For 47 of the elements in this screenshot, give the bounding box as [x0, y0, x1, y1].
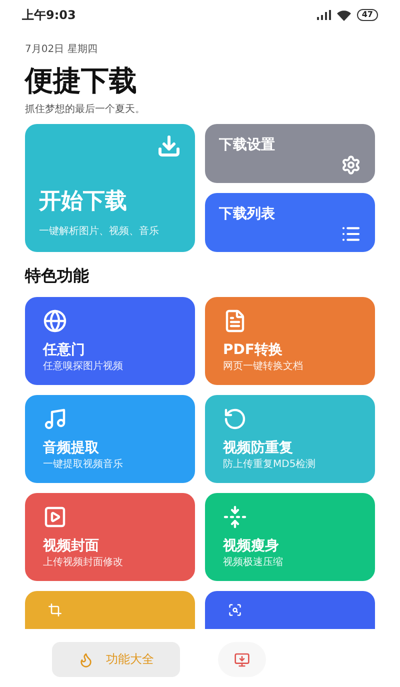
music-icon [43, 407, 67, 431]
wifi-icon [336, 10, 351, 20]
card-title: 任意门 [43, 341, 86, 359]
card-title: 音频提取 [43, 439, 100, 457]
card-subtitle: 网页一键转换文档 [223, 360, 304, 373]
download-icon [157, 134, 181, 158]
feature-card[interactable]: 视频防重复 防上传重复MD5检测 [205, 395, 375, 483]
feature-card[interactable] [205, 591, 375, 629]
signal-icon [316, 10, 331, 20]
monitor-icon [234, 652, 250, 668]
nav-tab[interactable]: 功能大全 [52, 642, 180, 677]
globe-icon [43, 309, 67, 333]
status-time: 上午9:03 [22, 6, 76, 24]
card-title: 下载列表 [219, 204, 276, 222]
feature-card[interactable]: 视频瘦身 视频极速压缩 [205, 493, 375, 581]
card-title: 视频瘦身 [223, 537, 280, 555]
flame-icon [78, 652, 94, 668]
page-subtitle: 抓住梦想的最后一个夏天。 [25, 102, 146, 116]
video-icon [43, 505, 67, 529]
card-subtitle: 视频极速压缩 [223, 556, 284, 569]
date-text: 7月02日 星期四 [25, 42, 98, 56]
card-title: 开始下载 [39, 188, 128, 216]
battery-icon: 47 [356, 9, 378, 21]
feature-card[interactable]: 视频封面 上传视频封面修改 [25, 493, 195, 581]
feature-card[interactable]: PDF转换 网页一键转换文档 [205, 297, 375, 385]
start-download-card[interactable]: 开始下载 一键解析图片、视频、音乐 [25, 124, 195, 252]
card-subtitle: 防上传重复MD5检测 [223, 458, 317, 471]
feature-card[interactable]: 任意门 任意嗅探图片视频 [25, 297, 195, 385]
card-title: 视频防重复 [223, 439, 294, 457]
download-list-card[interactable]: 下载列表 [205, 192, 375, 252]
settings-card[interactable]: 下载设置 [205, 124, 375, 183]
card-subtitle: 一键提取视频音乐 [43, 458, 124, 471]
card-subtitle: 上传视频封面修改 [43, 556, 124, 569]
page-title: 便捷下载 [25, 63, 138, 99]
nav-tab[interactable] [218, 642, 266, 677]
compress-icon [223, 505, 247, 529]
card-title: PDF转换 [223, 341, 284, 359]
card-title: 视频封面 [43, 537, 100, 555]
rotate-icon [223, 407, 247, 431]
feature-card[interactable]: 音频提取 一键提取视频音乐 [25, 395, 195, 483]
document-icon [223, 309, 247, 333]
section-title: 特色功能 [25, 266, 90, 287]
card-subtitle: 一键解析图片、视频、音乐 [39, 224, 160, 238]
settings-icon [341, 155, 361, 175]
card-subtitle: 任意嗅探图片视频 [43, 360, 124, 373]
feature-card[interactable] [25, 591, 195, 629]
card-title: 下载设置 [219, 136, 276, 154]
